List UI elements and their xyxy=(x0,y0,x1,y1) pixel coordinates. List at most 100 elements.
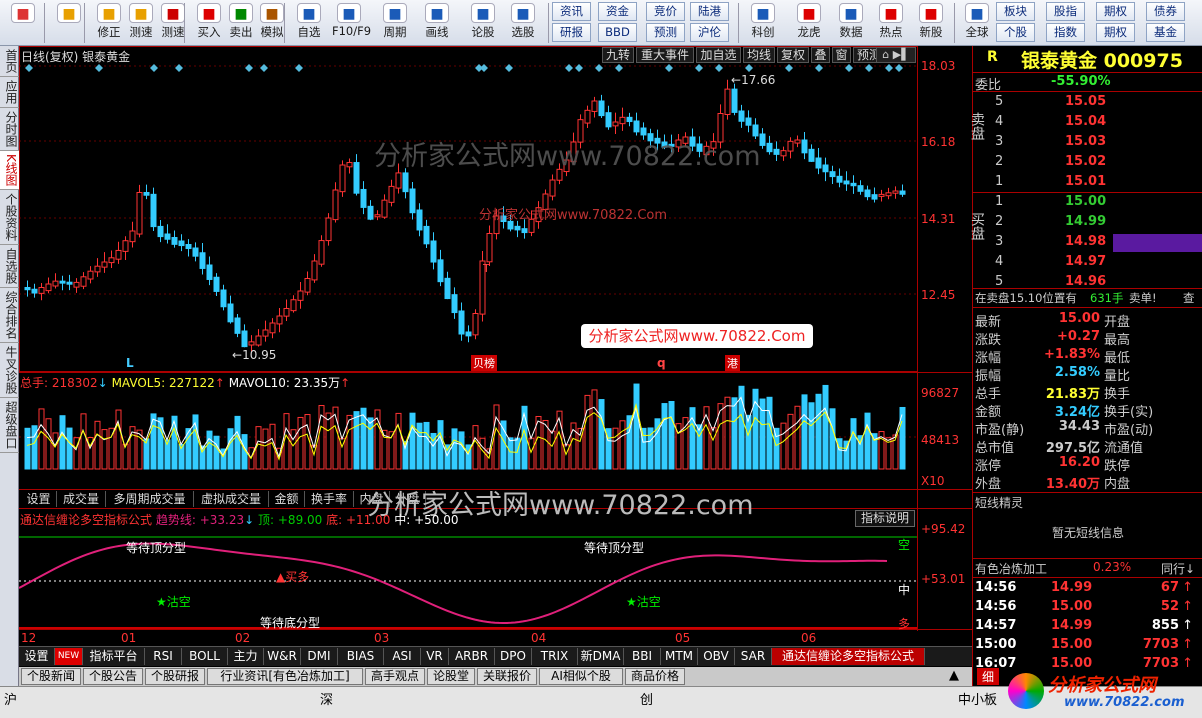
toolbar-small-button[interactable]: 股指 xyxy=(1046,2,1085,21)
chart-header-button[interactable]: 叠 xyxy=(811,47,830,63)
left-nav-item[interactable]: 分时图 xyxy=(0,108,19,151)
indicator-tab[interactable]: BIAS xyxy=(338,648,384,665)
news-tab[interactable]: 行业资讯[有色冶炼加工] xyxy=(207,668,363,685)
status-sz[interactable]: 深 xyxy=(320,689,333,708)
toolbar-button-11[interactable]: ■ 画线 xyxy=(420,2,454,44)
toolbar-small-button[interactable]: 资金 xyxy=(598,2,637,21)
indicator-tab[interactable]: W&R xyxy=(264,648,301,665)
volume-tab[interactable]: 成交量 xyxy=(57,491,106,507)
toolbar-button-14[interactable]: ■ 科创 xyxy=(746,2,780,44)
notice-button[interactable]: 查 xyxy=(1183,290,1195,306)
kline-chart-area[interactable]: 日线(复权) 银泰黄金 九转 重大事件 加自选 均线 复权叠窗预测 ⌂ ▶▌ 18.03… xyxy=(18,46,972,686)
indicator-tab[interactable]: RSI xyxy=(145,648,182,665)
indicator-tab[interactable]: 指标平台 xyxy=(83,648,145,665)
indicator-tab[interactable]: VR xyxy=(421,648,449,665)
toolbar-button-17[interactable]: ■ 热点 xyxy=(874,2,908,44)
news-tab[interactable]: 个股研报 xyxy=(145,668,205,685)
indicator-tab[interactable]: NEW xyxy=(55,648,83,665)
toolbar-button-9[interactable]: ■ F10/F9 xyxy=(332,2,371,44)
indicator-tab[interactable]: 新DMA xyxy=(578,648,624,665)
toolbar-small-button[interactable]: 期权 xyxy=(1096,23,1135,42)
marker-gang[interactable]: 港 xyxy=(725,355,740,371)
volume-tab[interactable]: 换手率 xyxy=(305,491,354,507)
toolbar-button-1[interactable]: ■ xyxy=(52,2,86,44)
toolbar-button-8[interactable]: ■ 自选 xyxy=(292,2,326,44)
chart-header-button[interactable]: 复权 xyxy=(777,47,809,63)
news-tab[interactable]: 商品价格 xyxy=(625,668,685,685)
toolbar-button-10[interactable]: ■ 周期 xyxy=(378,2,412,44)
toolbar-small-button[interactable]: 资讯 xyxy=(552,2,591,21)
indicator-tab[interactable]: DPO xyxy=(495,648,532,665)
toolbar-small-button[interactable]: 指数 xyxy=(1046,23,1085,42)
chart-header-button[interactable]: 加自选 xyxy=(696,47,741,63)
news-tab[interactable]: 论股堂 xyxy=(427,668,475,685)
toolbar-button-0[interactable]: ■ xyxy=(6,2,40,44)
toolbar-button-2[interactable]: ■ 修正 xyxy=(92,2,126,44)
toolbar-small-button[interactable]: 债券 xyxy=(1146,2,1185,21)
left-nav-item[interactable]: 自选股 xyxy=(0,245,19,288)
volume-bar xyxy=(745,414,752,470)
status-zx[interactable]: 中小板 xyxy=(958,689,997,708)
chart-header-button[interactable]: 九转 xyxy=(602,47,634,63)
left-nav-item[interactable]: K线图 xyxy=(0,151,19,190)
toolbar-button-15[interactable]: ■ 龙虎 xyxy=(792,2,826,44)
chart-header-button[interactable]: 窗 xyxy=(832,47,851,63)
news-tab[interactable]: AI相似个股 xyxy=(539,668,623,685)
chart-header-button[interactable]: 均线 xyxy=(743,47,775,63)
toolbar-button-18[interactable]: ■ 新股 xyxy=(914,2,948,44)
indicator-tab[interactable]: OBV xyxy=(698,648,735,665)
left-nav-item[interactable]: 综合排名 xyxy=(0,288,19,343)
indicator-tab[interactable]: MTM xyxy=(661,648,698,665)
volume-tab[interactable]: 设置 xyxy=(21,491,57,507)
left-nav-item[interactable]: 应用 xyxy=(0,77,19,108)
indicator-tab[interactable]: BOLL xyxy=(182,648,228,665)
indicator-help-button[interactable]: 指标说明 xyxy=(855,510,915,527)
news-tab[interactable]: 高手观点 xyxy=(365,668,425,685)
news-tab[interactable]: 关联报价 xyxy=(477,668,537,685)
indicator-tab[interactable]: ARBR xyxy=(449,648,495,665)
left-nav-item[interactable]: 个股资料 xyxy=(0,190,19,245)
industry-button[interactable]: 同行↓ xyxy=(1161,560,1195,577)
tab-detail[interactable]: 细 xyxy=(977,668,999,685)
toolbar-small-button[interactable]: 板块 xyxy=(996,2,1035,21)
toolbar-button-16[interactable]: ■ 数据 xyxy=(834,2,868,44)
indicator-tab[interactable]: TRIX xyxy=(532,648,578,665)
toolbar-small-button[interactable]: 陆港 xyxy=(690,2,729,21)
marker-beibang[interactable]: 贝榜 xyxy=(471,355,497,371)
volume-tab[interactable]: 虚拟成交量 xyxy=(194,491,269,507)
toolbar-small-button[interactable]: 基金 xyxy=(1146,23,1185,42)
news-tab[interactable]: 个股新闻 xyxy=(21,668,81,685)
status-cy[interactable]: 创 xyxy=(640,689,653,708)
toolbar-button-12[interactable]: ■ 论股 xyxy=(466,2,500,44)
toolbar-button-5[interactable]: ■ 买入 xyxy=(192,2,226,44)
indicator-tab[interactable]: 设置 xyxy=(19,648,55,665)
indicator-tab[interactable]: BBI xyxy=(624,648,661,665)
toolbar-small-button[interactable]: 个股 xyxy=(996,23,1035,42)
pin-icon[interactable]: ▲ xyxy=(949,668,959,683)
indicator-tab[interactable]: 通达信缠论多空指标公式 xyxy=(772,648,925,665)
toolbar-small-button[interactable]: 预测 xyxy=(646,23,685,42)
toolbar-small-button[interactable]: 沪伦 xyxy=(690,23,729,42)
left-nav-item[interactable]: 超级盘口 xyxy=(0,398,19,453)
indicator-tab[interactable]: DMI xyxy=(301,648,338,665)
indicator-tab[interactable]: SAR xyxy=(735,648,772,665)
toolbar-button-3[interactable]: ■ 测速 xyxy=(124,2,158,44)
toolbar-button-6[interactable]: ■ 卖出 xyxy=(224,2,258,44)
indicator-tab[interactable]: 主力 xyxy=(228,648,264,665)
toolbar-small-button[interactable]: 竞价 xyxy=(646,2,685,21)
volume-tab[interactable]: 多周期成交量 xyxy=(106,491,194,507)
volume-tab[interactable]: 金额 xyxy=(269,491,305,507)
lock-icon[interactable]: ⌂ ▶▌ xyxy=(876,47,916,63)
chart-header-button[interactable]: 重大事件 xyxy=(636,47,694,63)
toolbar-button-19[interactable]: ■ 全球 xyxy=(960,2,994,44)
status-sh[interactable]: 沪 xyxy=(4,689,17,708)
news-tab[interactable]: 个股公告 xyxy=(83,668,143,685)
toolbar-small-button[interactable]: BBD xyxy=(598,23,637,42)
left-nav-item[interactable]: 首页 xyxy=(0,46,19,77)
indicator-tab[interactable]: ASI xyxy=(384,648,421,665)
toolbar-button-13[interactable]: ■ 选股 xyxy=(506,2,540,44)
toolbar-small-button[interactable]: 期权 xyxy=(1096,2,1135,21)
left-nav-item[interactable]: 牛叉诊股 xyxy=(0,343,19,398)
toolbar-small-button[interactable]: 研报 xyxy=(552,23,591,42)
quote-text: 15.01 xyxy=(1065,174,1107,189)
